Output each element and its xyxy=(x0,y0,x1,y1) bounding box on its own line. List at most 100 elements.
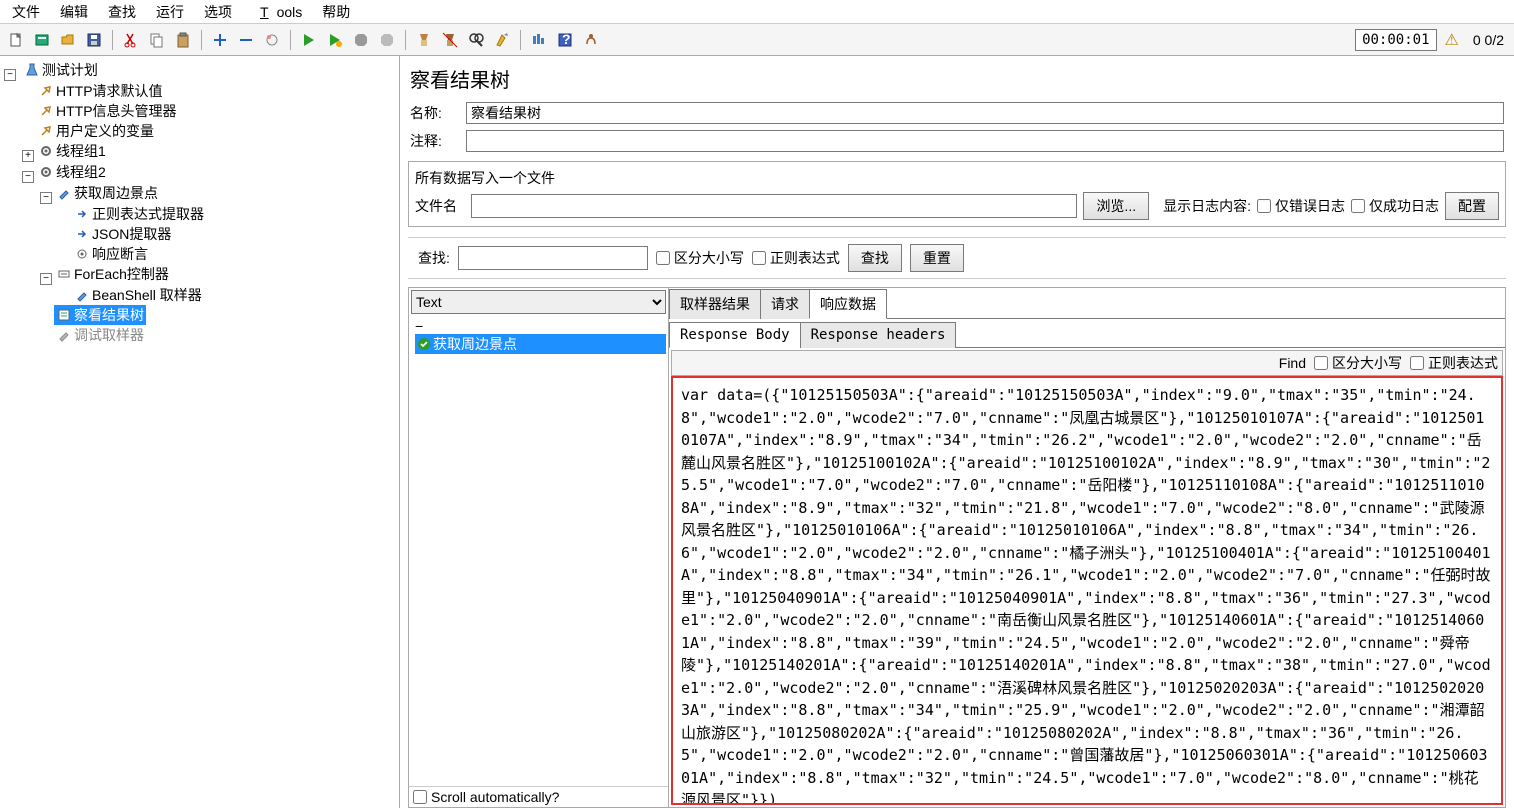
search-case-checkbox[interactable]: 区分大小写 xyxy=(656,248,744,268)
expand-icon[interactable] xyxy=(208,28,232,52)
menu-run[interactable]: 运行 xyxy=(148,0,192,24)
tree-toggle[interactable]: + xyxy=(22,150,34,162)
tree-toggle[interactable]: − xyxy=(415,318,423,334)
tree-http-defaults[interactable]: HTTP请求默认值 xyxy=(36,81,165,101)
target-icon xyxy=(74,246,90,262)
new-icon[interactable] xyxy=(4,28,28,52)
response-find-bar: Find 区分大小写 正则表达式 xyxy=(671,350,1503,376)
response-body-text[interactable]: var data=({"10125150503A":{"areaid":"101… xyxy=(671,376,1503,805)
tree-toggle[interactable]: − xyxy=(40,192,52,204)
help-icon[interactable]: ? xyxy=(553,28,577,52)
tab-response-data[interactable]: 响应数据 xyxy=(809,289,887,319)
tree-toggle[interactable]: − xyxy=(40,273,52,285)
sample-result-row[interactable]: 获取周边景点 xyxy=(415,334,666,354)
cut-icon[interactable] xyxy=(119,28,143,52)
warning-icon[interactable]: ⚠ xyxy=(1445,30,1459,50)
test-plan-tree[interactable]: − 测试计划 HTTP请求默认值 HTTP信息头管理器 用户定义的变量 +线程组… xyxy=(0,56,400,808)
controller-icon xyxy=(56,266,72,282)
function-helper-icon[interactable] xyxy=(527,28,551,52)
menu-edit[interactable]: 编辑 xyxy=(52,0,96,24)
tree-toggle[interactable]: − xyxy=(4,69,16,81)
reset-button[interactable]: 重置 xyxy=(910,244,964,272)
find-regex-checkbox[interactable]: 正则表达式 xyxy=(1410,353,1498,373)
svg-text:?: ? xyxy=(562,32,571,47)
configure-button[interactable]: 配置 xyxy=(1445,192,1499,220)
tree-get-nearby-sampler[interactable]: 获取周边景点 xyxy=(54,183,160,203)
reset-search-icon[interactable] xyxy=(490,28,514,52)
results-right-panel: 取样器结果 请求 响应数据 Response Body Response hea… xyxy=(669,288,1505,807)
heap-dump-icon[interactable] xyxy=(579,28,603,52)
gear-icon xyxy=(38,143,54,159)
tree-regex-extractor[interactable]: 正则表达式提取器 xyxy=(72,204,206,224)
tree-user-vars[interactable]: 用户定义的变量 xyxy=(36,121,156,141)
panel-title: 察看结果树 xyxy=(400,56,1514,99)
toggle-icon[interactable] xyxy=(260,28,284,52)
toolbar-separator xyxy=(520,30,521,50)
browse-button[interactable]: 浏览... xyxy=(1083,192,1149,220)
show-log-label: 显示日志内容: xyxy=(1163,196,1251,216)
tree-toggle[interactable]: − xyxy=(22,171,34,183)
menu-tools[interactable]: Tools xyxy=(244,2,310,22)
open-icon[interactable] xyxy=(56,28,80,52)
menu-search[interactable]: 查找 xyxy=(100,0,144,24)
subtab-response-body[interactable]: Response Body xyxy=(669,322,801,348)
find-label: Find xyxy=(1279,355,1306,371)
only-error-checkbox[interactable]: 仅错误日志 xyxy=(1257,196,1345,216)
tree-foreach-controller[interactable]: ForEach控制器 xyxy=(54,264,171,284)
clear-icon[interactable] xyxy=(412,28,436,52)
tree-json-extractor[interactable]: JSON提取器 xyxy=(72,224,173,244)
search-icon[interactable] xyxy=(464,28,488,52)
search-input[interactable] xyxy=(458,246,648,270)
search-regex-checkbox[interactable]: 正则表达式 xyxy=(752,248,840,268)
start-no-timers-icon[interactable] xyxy=(323,28,347,52)
response-subtabs: Response Body Response headers xyxy=(669,321,1505,348)
collapse-icon[interactable] xyxy=(234,28,258,52)
tree-http-header-mgr[interactable]: HTTP信息头管理器 xyxy=(36,101,179,121)
stop-icon[interactable] xyxy=(349,28,373,52)
search-bar: 查找: 区分大小写 正则表达式 查找 重置 xyxy=(408,237,1506,279)
tree-test-plan[interactable]: 测试计划 xyxy=(22,60,100,80)
toolbar-separator xyxy=(201,30,202,50)
paste-icon[interactable] xyxy=(171,28,195,52)
start-icon[interactable] xyxy=(297,28,321,52)
filename-label: 文件名 xyxy=(415,196,465,216)
thread-counts: 0 0/2 xyxy=(1467,32,1510,48)
right-panel: 察看结果树 名称: 注释: 所有数据写入一个文件 文件名 浏览... 显示日志内… xyxy=(400,56,1514,808)
flask-icon xyxy=(24,62,40,78)
tab-sampler-result[interactable]: 取样器结果 xyxy=(669,289,761,319)
menu-help[interactable]: 帮助 xyxy=(314,0,358,24)
name-label: 名称: xyxy=(410,103,460,123)
pipette-icon xyxy=(56,327,72,343)
tab-request[interactable]: 请求 xyxy=(760,289,810,319)
menu-file[interactable]: 文件 xyxy=(4,0,48,24)
arrow-right-icon xyxy=(74,206,90,222)
save-icon[interactable] xyxy=(82,28,106,52)
tree-view-results-tree[interactable]: 察看结果树 xyxy=(54,305,146,325)
subtab-response-headers[interactable]: Response headers xyxy=(800,322,957,348)
results-icon xyxy=(56,307,72,323)
only-success-checkbox[interactable]: 仅成功日志 xyxy=(1351,196,1439,216)
tree-thread-group-1[interactable]: 线程组1 xyxy=(36,141,108,161)
tree-debug-sampler[interactable]: 调试取样器 xyxy=(54,325,146,345)
elapsed-timer: 00:00:01 xyxy=(1355,29,1436,51)
tree-response-assert[interactable]: 响应断言 xyxy=(72,244,150,264)
clear-all-icon[interactable] xyxy=(438,28,462,52)
tree-beanshell-sampler[interactable]: BeanShell 取样器 xyxy=(72,285,204,305)
copy-icon[interactable] xyxy=(145,28,169,52)
comment-input[interactable] xyxy=(466,130,1504,152)
toolbar-separator xyxy=(290,30,291,50)
shutdown-icon[interactable] xyxy=(375,28,399,52)
renderer-select[interactable]: Text xyxy=(411,290,666,314)
filename-input[interactable] xyxy=(471,194,1077,218)
search-button[interactable]: 查找 xyxy=(848,244,902,272)
tree-thread-group-2[interactable]: 线程组2 xyxy=(36,162,108,182)
scroll-auto-checkbox[interactable]: Scroll automatically? xyxy=(413,789,559,805)
menu-options[interactable]: 选项 xyxy=(196,0,240,24)
pipette-icon xyxy=(56,185,72,201)
templates-icon[interactable] xyxy=(30,28,54,52)
find-case-checkbox[interactable]: 区分大小写 xyxy=(1314,353,1402,373)
results-tree[interactable]: − 获取周边景点 xyxy=(409,316,668,786)
name-input[interactable] xyxy=(466,102,1504,124)
results-split: Text − 获取周边景点 Scroll automatically? xyxy=(408,287,1506,808)
file-output-legend: 所有数据写入一个文件 xyxy=(415,168,1499,188)
